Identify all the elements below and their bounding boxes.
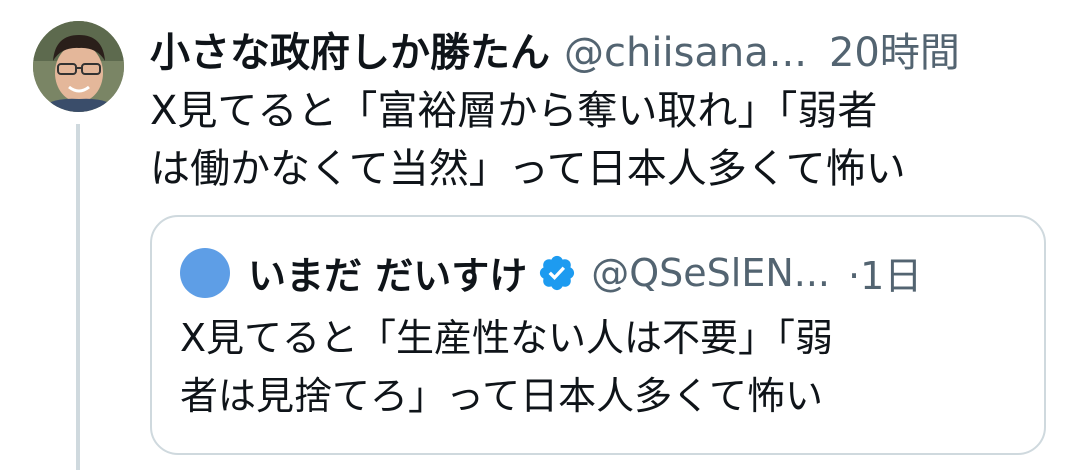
tweet-text: X見てると「富裕層から奪い取れ」「弱者 は働かなくて当然」って日本人多くて怖い	[150, 82, 1030, 198]
quoted-author-name: いまだ だいすけ	[248, 254, 528, 298]
quoted-author-avatar[interactable]	[180, 247, 230, 298]
verified-badge-icon	[540, 255, 575, 290]
author-name[interactable]: 小さな政府しか勝たん	[150, 20, 550, 78]
quoted-text-line: 者は見捨てろ」って日本人多くて怖い	[180, 374, 823, 418]
quoted-tweet[interactable]: いまだ だいすけ @QSeSlEN... ·1日 X見てると「生産性ない人は不要…	[150, 215, 1046, 455]
avatar-photo	[33, 21, 124, 112]
quoted-author-handle: @QSeSlEN...	[591, 250, 830, 295]
quoted-tweet-header: いまだ だいすけ @QSeSlEN... ·1日	[180, 245, 922, 300]
tweet-text-line: X見てると「富裕層から奪い取れ」「弱者	[150, 88, 878, 134]
tweet-header: 小さな政府しか勝たん @chiisana... 20時間	[150, 20, 960, 76]
tweet-text-line: は働かなくて当然」って日本人多くて怖い	[150, 146, 906, 192]
author-avatar[interactable]	[33, 21, 124, 112]
thread-line	[76, 124, 80, 470]
tweet-timestamp[interactable]: 20時間	[829, 20, 960, 78]
quoted-tweet-text: X見てると「生産性ない人は不要」「弱 者は見捨てろ」って日本人多くて怖い	[180, 309, 1020, 425]
quoted-tweet-timestamp: ·1日	[848, 254, 923, 298]
quoted-text-line: X見てると「生産性ない人は不要」「弱	[180, 316, 834, 360]
author-handle[interactable]: @chiisana...	[564, 30, 807, 76]
